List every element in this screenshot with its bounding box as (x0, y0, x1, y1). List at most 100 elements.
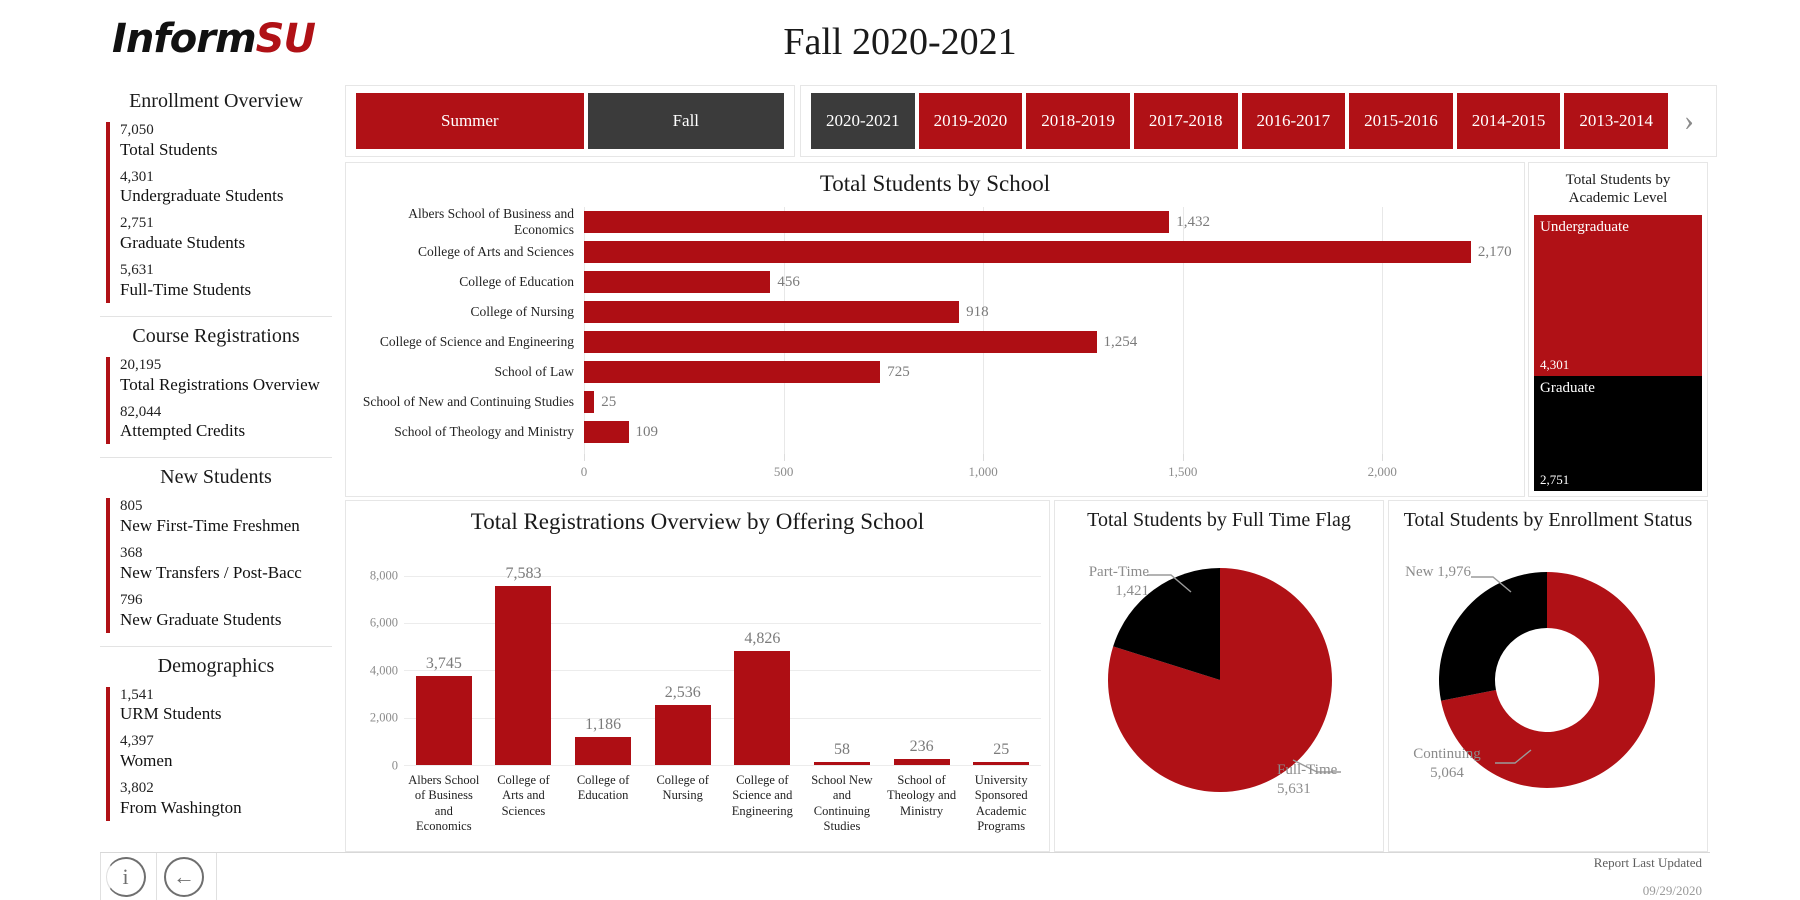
bar[interactable] (575, 736, 632, 765)
year-filter-2014-2015[interactable]: 2014-2015 (1456, 93, 1561, 149)
bar-value-label: 2,170 (1477, 243, 1512, 260)
footer-divider-left (100, 853, 101, 900)
bar-track: 918 (584, 297, 1524, 327)
bar-track: 109 (584, 417, 1524, 447)
year-filter-2015-2016[interactable]: 2015-2016 (1349, 93, 1453, 149)
donut-slice-new[interactable] (1439, 572, 1547, 701)
bar-row: College of Education 456 (346, 267, 1524, 297)
sidebar-kpi-item[interactable]: 368 New Transfers / Post-Bacc (120, 542, 332, 589)
year-filter-2013-2014[interactable]: 2013-2014 (1564, 93, 1668, 149)
sidebar-kpi-value: 5,631 (120, 262, 154, 279)
bar-track: 2,170 (584, 237, 1524, 267)
bar[interactable] (584, 271, 771, 293)
bar[interactable] (584, 211, 1170, 233)
academic-level-title-line2: Academic Level (1568, 190, 1668, 206)
bar-category-label: College of Arts and Sciences (418, 244, 574, 259)
chart-title-academic-level: Total Students by Academic Level (1529, 163, 1707, 213)
treemap-value-graduate: 2,751 (1540, 471, 1570, 487)
bar[interactable] (893, 759, 950, 765)
y-tick-label: 4,000 (369, 663, 398, 678)
back-arrow-icon[interactable]: ← (164, 857, 204, 897)
bar[interactable] (654, 705, 711, 765)
bar-value-label: 918 (966, 303, 989, 320)
gridline: 0 (392, 759, 1041, 773)
sidebar-kpi-value: 4,301 (120, 168, 154, 185)
x-tick-label: 2,000 (1367, 464, 1397, 479)
sidebar-kpi-label: URM Students (120, 704, 222, 724)
info-icon[interactable]: i (106, 857, 146, 897)
bar[interactable] (415, 676, 472, 765)
page-header: InformSU Fall 2020-2021 (0, 0, 1800, 78)
pie-annotation-full-time: Full-Time 5,631 (1277, 761, 1377, 799)
students-by-school-chart: Total Students by School Albers School o… (345, 162, 1525, 497)
year-filter-2018-2019[interactable]: 2018-2019 (1026, 93, 1130, 149)
sidebar-kpi-item[interactable]: 7,050 Total Students (120, 119, 332, 166)
page-footer: i ← Report Last Updated 09/29/2020 (100, 852, 1710, 900)
bar-value-label: 25 (601, 393, 617, 410)
bar[interactable] (973, 762, 1030, 765)
y-tick-label: 2,000 (369, 710, 398, 725)
treemap-label-undergraduate: Undergraduate (1540, 219, 1629, 235)
bar[interactable] (813, 762, 870, 765)
bar[interactable] (584, 241, 1471, 263)
sidebar-kpi-item[interactable]: 5,631 Full-Time Students (120, 259, 332, 306)
treemap-tile-graduate[interactable]: Graduate 2,751 (1534, 376, 1702, 491)
treemap-body: Undergraduate 4,301 Graduate 2,751 (1534, 215, 1702, 491)
bar[interactable] (734, 650, 791, 765)
year-filter-2019-2020[interactable]: 2019-2020 (918, 93, 1023, 149)
sidebar-kpi-item[interactable]: 796 New Graduate Students (120, 589, 332, 636)
year-filter-2020-2021[interactable]: 2020-2021 (811, 93, 915, 149)
chart-title-students-by-school: Total Students by School (819, 171, 1051, 196)
x-category-label: Albers School of Business and Economics (408, 773, 480, 833)
sidebar-kpi-value: 7,050 (120, 122, 154, 138)
registrations-by-offering-school-chart: Total Registrations Overview by Offering… (345, 500, 1050, 852)
sidebar-kpi-item[interactable]: 4,397 Women (120, 730, 332, 777)
bar-column: 58 (802, 557, 882, 765)
bar-row: Albers School of Business and Economics 1… (346, 206, 1524, 237)
sidebar-kpi-item[interactable]: 1,541 URM Students (120, 684, 332, 731)
term-filter-summer[interactable]: Summer (356, 93, 584, 149)
bar[interactable] (584, 331, 1097, 353)
bar-value-label: 7,583 (505, 564, 542, 582)
bar-category-label: School of Theology and Ministry (394, 424, 574, 439)
sidebar-kpi-item[interactable]: 2,751 Graduate Students (120, 212, 332, 259)
sidebar-kpi-label: New Transfers / Post-Bacc (120, 562, 302, 582)
x-tick (1382, 454, 1384, 461)
bar-category-label: School of New and Continuing Studies (362, 394, 574, 409)
pie-annotation-part-time: Part-Time 1,421 (1069, 563, 1149, 601)
sidebar-kpi-value: 4,397 (120, 733, 154, 750)
sidebar-kpi-item[interactable]: 20,195 Total Registrations Overview (120, 354, 332, 401)
chevron-right-icon[interactable]: › (1672, 104, 1706, 138)
donut-annotation-new-text: New 1,976 (1405, 564, 1471, 580)
sidebar-kpi-item[interactable]: 82,044 Attempted Credits (120, 401, 332, 448)
bar[interactable] (495, 585, 552, 765)
sidebar-kpi-item[interactable]: 805 New First-Time Freshmen (120, 495, 332, 542)
x-tick (983, 454, 985, 461)
horizontal-bar-series: Albers School of Business and Economics 1… (346, 206, 1524, 496)
year-filter-2016-2017[interactable]: 2016-2017 (1241, 93, 1346, 149)
bar[interactable] (584, 391, 595, 413)
bar-column: 1,186 (563, 557, 643, 765)
sidebar-kpi-item[interactable]: 4,301 Undergraduate Students (120, 166, 332, 213)
bar-value-label: 4,826 (744, 629, 781, 647)
term-filter-fall[interactable]: Fall (587, 93, 784, 149)
bar[interactable] (584, 301, 960, 323)
bar-value-label: 1,186 (585, 715, 622, 733)
sidebar-group-items: 20,195 Total Registrations Overview 82,044… (106, 354, 332, 447)
bar-value-label: 1,254 (1103, 333, 1138, 350)
x-tick (783, 454, 785, 461)
bar[interactable] (584, 361, 881, 383)
chart-title-enrollment-status: Total Students by Enrollment Status (1403, 509, 1693, 531)
students-by-full-time-flag-chart: Total Students by Full Time Flag Part-Ti… (1054, 500, 1384, 852)
x-category-label: College of Arts and Sciences (497, 773, 550, 818)
treemap-tile-undergraduate[interactable]: Undergraduate 4,301 (1534, 215, 1702, 377)
bar[interactable] (584, 421, 629, 443)
bar-track: 1,432 (584, 207, 1524, 237)
sidebar-kpi-item[interactable]: 3,802 From Washington (120, 777, 332, 824)
sidebar-kpi-label: Total Students (120, 139, 218, 159)
x-category-label: School New and Continuing Studies (811, 773, 873, 833)
year-filter-2017-2018[interactable]: 2017-2018 (1133, 93, 1238, 149)
x-tick (1182, 454, 1184, 461)
x-category-label: University Sponsored Academic Programs (974, 773, 1028, 833)
footer-divider-right (216, 853, 217, 900)
